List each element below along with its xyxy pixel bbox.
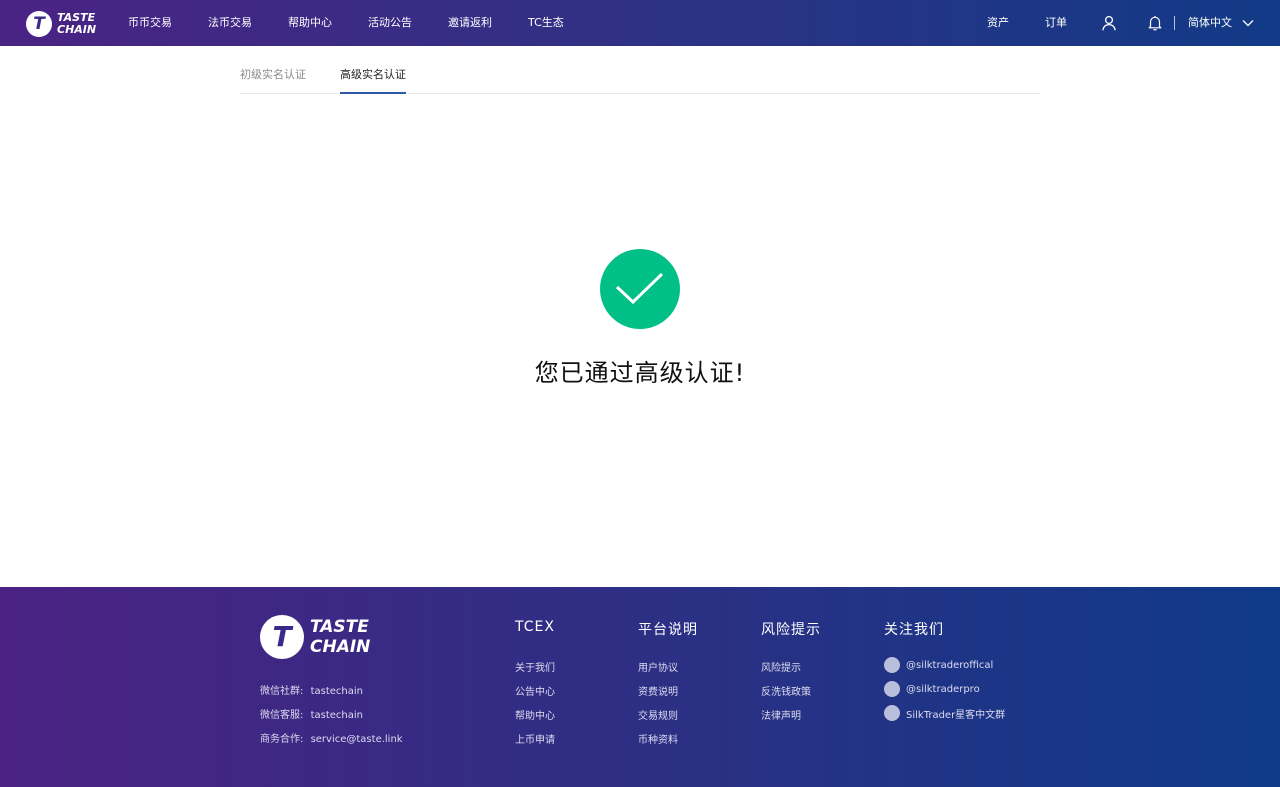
language-selector[interactable]: 简体中文 [1188, 0, 1232, 46]
footer-link-coin-info[interactable]: 币种资料 [638, 731, 678, 746]
logo-mark-letter: T [33, 14, 45, 34]
footer-col-title-tcex: TCEX [515, 619, 555, 635]
logo-text-line2: CHAIN [57, 23, 97, 36]
footer-link-legal[interactable]: 法律声明 [761, 707, 801, 722]
verification-tabs: 初级实名认证 高级实名认证 [240, 60, 1040, 94]
social-icon [884, 681, 900, 697]
footer-link-listing-apply[interactable]: 上币申请 [515, 731, 555, 746]
social-label: @silktraderoffical [906, 659, 994, 671]
header-divider [1174, 16, 1175, 30]
tab-basic-verification[interactable]: 初级实名认证 [240, 60, 306, 94]
social-link-chinese-group[interactable]: SilkTrader星客中文群 [884, 705, 1005, 721]
assets-link[interactable]: 资产 [987, 0, 1009, 46]
nav-item-fiat-trading[interactable]: 法币交易 [208, 0, 252, 46]
nav-item-coin-trading[interactable]: 币币交易 [128, 0, 172, 46]
footer: T TASTE CHAIN 微信社群: tastechain 微信客服: tas… [0, 587, 1280, 787]
footer-link-help-center[interactable]: 帮助中心 [515, 707, 555, 722]
social-icon [884, 657, 900, 673]
top-navbar: T TASTE CHAIN 币币交易 法币交易 帮助中心 活动公告 邀请返利 T… [0, 0, 1280, 46]
footer-link-notice-center[interactable]: 公告中心 [515, 683, 555, 698]
footer-logo-mark: T [260, 615, 304, 659]
footer-col-title-follow: 关注我们 [884, 622, 944, 638]
info-label: 微信客服: [260, 710, 304, 721]
footer-logo-line2: CHAIN [310, 637, 371, 657]
footer-logo-mark-letter: T [272, 620, 292, 653]
social-icon [884, 705, 900, 721]
nav-item-tc-ecosystem[interactable]: TC生态 [528, 0, 564, 46]
info-value: tastechain [310, 710, 363, 721]
nav-item-referral[interactable]: 邀请返利 [448, 0, 492, 46]
footer-link-aml-policy[interactable]: 反洗钱政策 [761, 683, 811, 698]
check-circle-icon [600, 249, 680, 329]
footer-col-title-platform: 平台说明 [638, 622, 698, 638]
footer-link-risk-warning[interactable]: 风险提示 [761, 659, 801, 674]
info-value: service@taste.link [310, 734, 403, 745]
user-icon[interactable] [1101, 15, 1117, 31]
bell-icon[interactable] [1147, 15, 1163, 31]
footer-col-title-risk: 风险提示 [761, 622, 821, 638]
footer-logo-line1: TASTE [310, 617, 369, 637]
info-label: 微信社群: [260, 686, 304, 697]
social-link-official[interactable]: @silktraderoffical [884, 657, 993, 673]
logo-mark: T [26, 11, 52, 37]
footer-logo[interactable]: T TASTE CHAIN [260, 615, 370, 659]
tab-advanced-verification[interactable]: 高级实名认证 [340, 60, 406, 94]
chevron-down-icon[interactable] [1242, 18, 1254, 28]
nav-item-announcements[interactable]: 活动公告 [368, 0, 412, 46]
wechat-support-info: 微信客服: tastechain [260, 706, 363, 721]
brand-logo[interactable]: T TASTE CHAIN [26, 11, 96, 37]
wechat-community-info: 微信社群: tastechain [260, 682, 363, 697]
success-message: 您已通过高级认证! [534, 359, 746, 387]
footer-link-fees[interactable]: 资费说明 [638, 683, 678, 698]
orders-link[interactable]: 订单 [1045, 0, 1067, 46]
social-label: SilkTrader星客中文群 [906, 709, 1006, 721]
info-value: tastechain [310, 686, 363, 697]
social-link-pro[interactable]: @silktraderpro [884, 681, 980, 697]
business-contact-info: 商务合作: service@taste.link [260, 730, 403, 745]
social-label: @silktraderpro [906, 683, 980, 695]
logo-text: TASTE CHAIN [57, 12, 96, 36]
info-label: 商务合作: [260, 734, 304, 745]
footer-logo-text: TASTE CHAIN [310, 617, 370, 657]
footer-link-trading-rules[interactable]: 交易规则 [638, 707, 678, 722]
footer-link-about[interactable]: 关于我们 [515, 659, 555, 674]
nav-item-help-center[interactable]: 帮助中心 [288, 0, 332, 46]
footer-link-user-agreement[interactable]: 用户协议 [638, 659, 678, 674]
main-nav: 币币交易 法币交易 帮助中心 活动公告 邀请返利 TC生态 [128, 0, 564, 46]
